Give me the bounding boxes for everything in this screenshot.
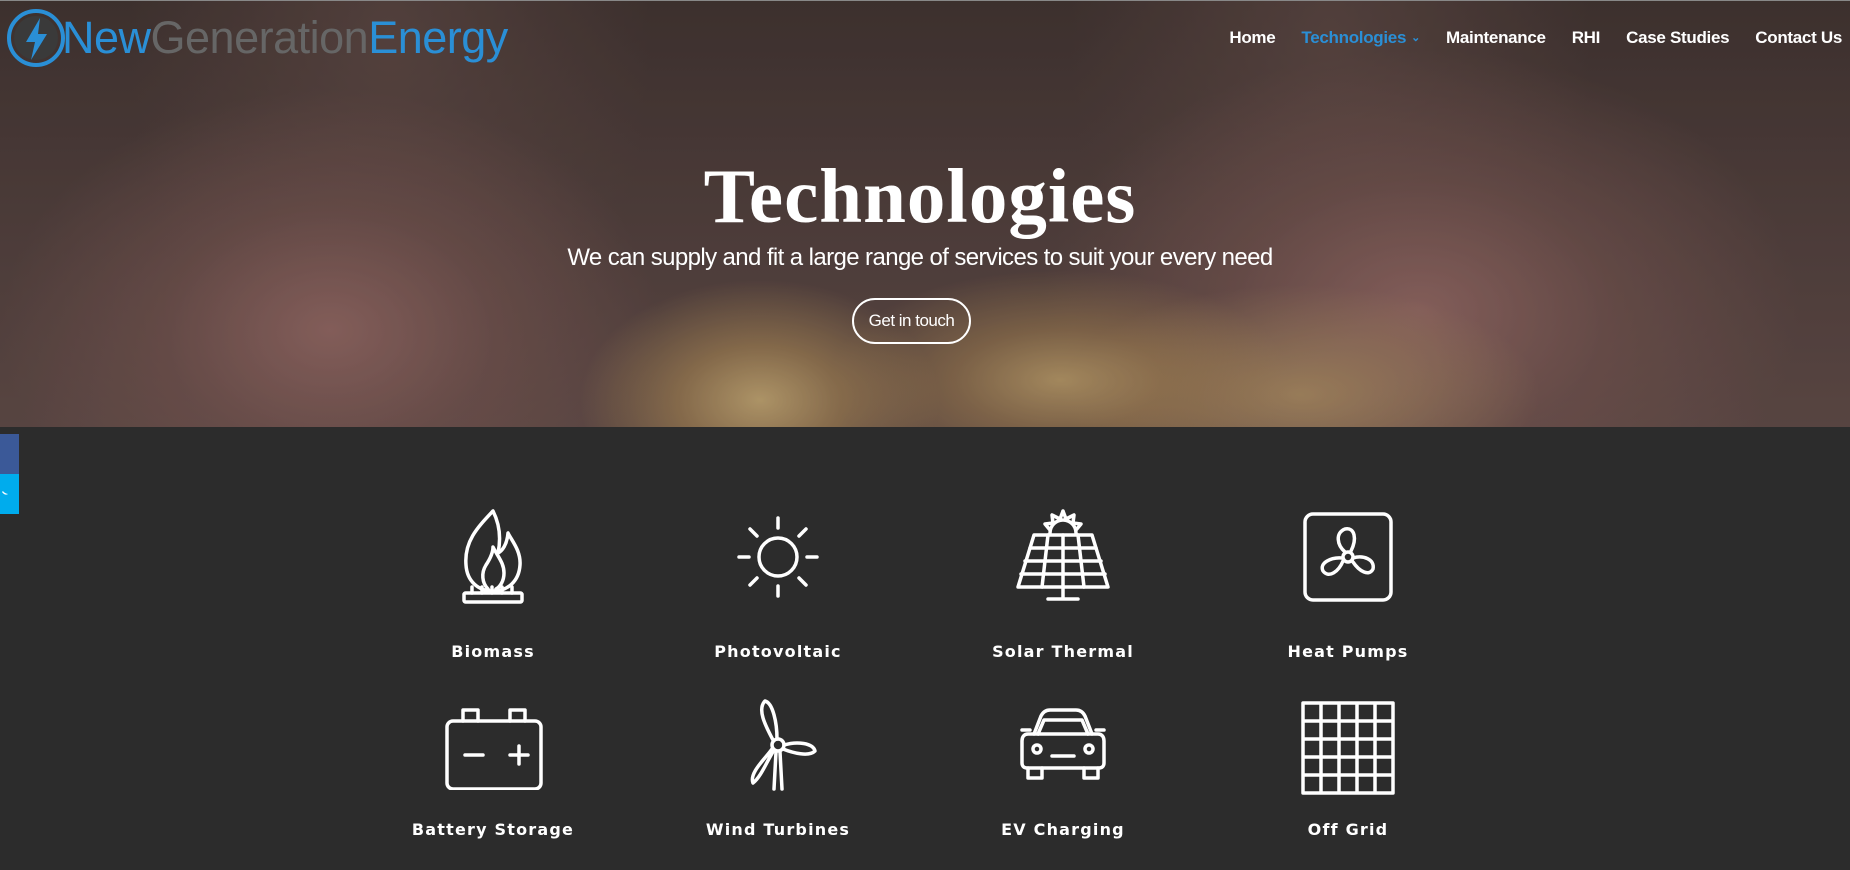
get-in-touch-button[interactable]: Get in touch: [852, 298, 971, 344]
tech-item-solar-thermal[interactable]: Solar Thermal: [953, 505, 1173, 661]
tech-item-heat-pumps[interactable]: Heat Pumps: [1238, 505, 1458, 661]
tech-label-biomass: Biomass: [451, 642, 535, 661]
grid-icon: [1301, 701, 1395, 795]
logo-wordmark: NewGenerationEnergy: [62, 12, 508, 64]
top-border: [0, 0, 1850, 1]
tech-item-wind-turbines[interactable]: Wind Turbines: [668, 697, 888, 839]
nav-item-rhi[interactable]: RHI: [1572, 28, 1601, 48]
twitter-icon[interactable]: [0, 474, 19, 514]
solar-panel-icon: [1016, 509, 1110, 601]
tech-label-photovoltaic: Photovoltaic: [714, 642, 842, 661]
fan-icon: [1303, 512, 1393, 602]
nav-item-case-studies[interactable]: Case Studies: [1626, 28, 1729, 48]
tech-label-heat-pumps: Heat Pumps: [1287, 642, 1409, 661]
tech-label-wind-turbines: Wind Turbines: [705, 820, 851, 839]
nav-item-contact-us[interactable]: Contact Us: [1755, 28, 1842, 48]
page-title: Technologies: [703, 153, 1137, 239]
tech-item-biomass[interactable]: Biomass: [383, 505, 603, 661]
tech-label-battery-storage: Battery Storage: [411, 820, 575, 839]
nav-item-maintenance[interactable]: Maintenance: [1446, 28, 1546, 48]
lightning-bolt-icon: [7, 9, 65, 67]
car-icon: [1020, 708, 1106, 780]
tech-item-ev-charging[interactable]: EV Charging: [953, 700, 1173, 839]
site-logo[interactable]: NewGenerationEnergy: [4, 5, 508, 71]
battery-icon: [445, 708, 543, 790]
tech-item-off-grid[interactable]: Off Grid: [1238, 700, 1458, 839]
nav-item-technologies-label: Technologies: [1301, 28, 1407, 47]
tech-item-photovoltaic[interactable]: Photovoltaic: [668, 505, 888, 661]
tech-label-off-grid: Off Grid: [1307, 820, 1389, 839]
nav-item-technologies[interactable]: Technologies ⌄: [1301, 28, 1420, 48]
facebook-icon[interactable]: [0, 434, 19, 474]
chevron-down-icon: ⌄: [1411, 32, 1421, 44]
logo-text-generation: Generation: [150, 12, 369, 63]
main-navigation: Home Technologies ⌄ Maintenance RHI Case …: [1229, 28, 1842, 48]
nav-item-home[interactable]: Home: [1229, 28, 1275, 48]
tech-label-ev-charging: EV Charging: [1001, 820, 1125, 839]
flame-icon: [462, 509, 524, 604]
tech-label-solar-thermal: Solar Thermal: [992, 642, 1134, 661]
hero-subtitle: We can supply and fit a large range of s…: [567, 244, 1273, 271]
sun-icon: [737, 516, 819, 598]
logo-text-energy: Energy: [368, 12, 508, 63]
logo-text-new: New: [62, 12, 151, 63]
wind-turbine-icon: [750, 699, 817, 791]
tech-item-battery-storage[interactable]: Battery Storage: [383, 700, 603, 839]
